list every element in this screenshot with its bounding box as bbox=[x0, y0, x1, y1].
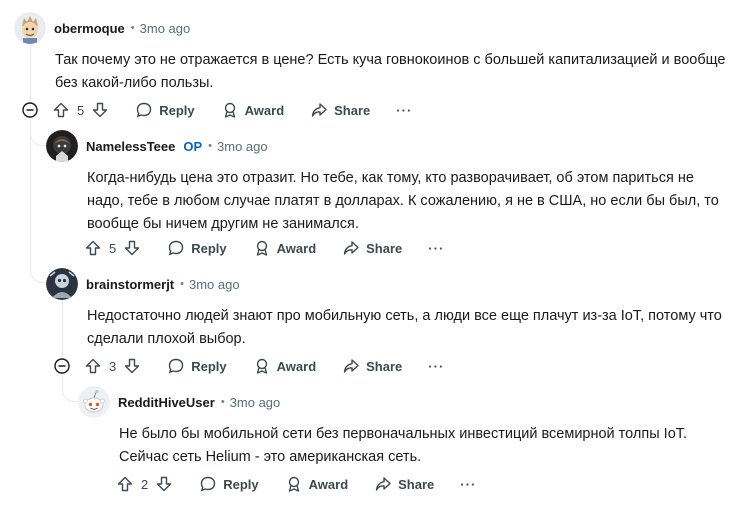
avatar[interactable] bbox=[78, 386, 110, 418]
share-label: Share bbox=[366, 240, 403, 256]
share-button[interactable]: Share bbox=[342, 357, 402, 375]
comment-author[interactable]: RedditHiveUser bbox=[118, 395, 215, 410]
comment-body: Так почему это не отражается в цене? Ест… bbox=[55, 52, 726, 91]
comment-action-bar: 5 Reply Award Share ··· bbox=[52, 97, 412, 123]
share-label: Share bbox=[334, 102, 371, 118]
reply-button[interactable]: Reply bbox=[167, 239, 227, 257]
more-options-button[interactable]: ··· bbox=[428, 359, 444, 374]
thread-elbow-reddithiveuser bbox=[62, 374, 78, 402]
downvote-icon bbox=[125, 358, 140, 374]
thread-elbow-namelessteee bbox=[30, 118, 46, 146]
award-icon bbox=[224, 102, 235, 118]
thread-line-root bbox=[30, 44, 31, 100]
comment-body: Не было бы мобильной сети без первоначал… bbox=[119, 426, 688, 465]
comment-header: NamelessTeee OP • 3mo ago bbox=[46, 129, 268, 163]
upvote-button[interactable] bbox=[84, 357, 102, 375]
op-badge: OP bbox=[183, 138, 203, 154]
award-button[interactable]: Award bbox=[253, 239, 317, 257]
award-button[interactable]: Award bbox=[221, 101, 285, 119]
downvote-button[interactable] bbox=[91, 101, 109, 119]
comment-timestamp[interactable]: 3mo ago bbox=[230, 395, 281, 410]
award-button[interactable]: Award bbox=[285, 475, 349, 493]
reply-bubble-icon bbox=[136, 102, 152, 118]
comment-author[interactable]: brainstormerjt bbox=[86, 277, 174, 292]
upvote-icon bbox=[85, 358, 101, 374]
downvote-button[interactable] bbox=[155, 475, 173, 493]
collapse-minus-icon bbox=[22, 102, 38, 118]
share-button[interactable]: Share bbox=[310, 101, 370, 119]
thread-line-brainstormerjt bbox=[62, 300, 63, 356]
vote-score: 2 bbox=[141, 476, 149, 492]
comment-header: RedditHiveUser • 3mo ago bbox=[78, 385, 280, 419]
avatar[interactable] bbox=[14, 12, 46, 44]
separator-dot: • bbox=[220, 396, 225, 408]
collapse-minus-icon bbox=[54, 358, 70, 374]
upvote-icon bbox=[117, 476, 133, 492]
award-label: Award bbox=[276, 240, 317, 256]
upvote-icon bbox=[53, 102, 69, 118]
reply-button[interactable]: Reply bbox=[135, 101, 195, 119]
avatar[interactable] bbox=[46, 130, 78, 162]
separator-dot: • bbox=[130, 22, 135, 34]
comment-action-bar: 3 Reply Award Share ··· bbox=[84, 353, 444, 379]
comment-timestamp[interactable]: 3mo ago bbox=[217, 139, 268, 154]
comment-timestamp[interactable]: 3mo ago bbox=[140, 21, 191, 36]
more-options-button[interactable]: ··· bbox=[396, 103, 412, 118]
comment-header: brainstormerjt • 3mo ago bbox=[46, 267, 240, 301]
avatar[interactable] bbox=[46, 268, 78, 300]
share-label: Share bbox=[366, 358, 403, 374]
more-options-button[interactable]: ··· bbox=[460, 477, 476, 492]
comment-body: Недостаточно людей знают про мобильную с… bbox=[87, 308, 722, 347]
downvote-button[interactable] bbox=[123, 239, 141, 257]
downvote-icon bbox=[157, 476, 172, 492]
comment-header: obermoque • 3mo ago bbox=[14, 11, 190, 45]
upvote-button[interactable] bbox=[116, 475, 134, 493]
upvote-button[interactable] bbox=[84, 239, 102, 257]
comment-timestamp[interactable]: 3mo ago bbox=[189, 277, 240, 292]
share-arrow-icon bbox=[343, 359, 359, 373]
award-label: Award bbox=[244, 102, 285, 118]
share-arrow-icon bbox=[343, 241, 359, 255]
thread-line-root-children bbox=[30, 118, 31, 270]
upvote-icon bbox=[85, 240, 101, 256]
downvote-icon bbox=[125, 240, 140, 256]
reply-bubble-icon bbox=[168, 240, 184, 256]
upvote-button[interactable] bbox=[52, 101, 70, 119]
downvote-button[interactable] bbox=[123, 357, 141, 375]
comment-author[interactable]: NamelessTeee bbox=[86, 139, 175, 154]
reply-label: Reply bbox=[223, 476, 259, 492]
reply-bubble-icon bbox=[168, 358, 184, 374]
award-icon bbox=[256, 358, 267, 374]
more-options-button[interactable]: ··· bbox=[428, 241, 444, 256]
comment-action-bar: 5 Reply Award Share ··· bbox=[84, 235, 444, 261]
award-icon bbox=[288, 476, 299, 492]
vote-score: 5 bbox=[109, 240, 117, 256]
reply-label: Reply bbox=[159, 102, 195, 118]
share-arrow-icon bbox=[375, 477, 391, 491]
reply-label: Reply bbox=[191, 240, 227, 256]
vote-score: 3 bbox=[109, 358, 117, 374]
share-arrow-icon bbox=[311, 103, 327, 117]
reply-label: Reply bbox=[191, 358, 227, 374]
comment-author[interactable]: obermoque bbox=[54, 21, 125, 36]
reply-bubble-icon bbox=[200, 476, 216, 492]
share-label: Share bbox=[398, 476, 435, 492]
collapse-thread-button[interactable] bbox=[22, 102, 38, 118]
separator-dot: • bbox=[208, 140, 213, 152]
vote-score: 5 bbox=[77, 102, 85, 118]
thread-elbow-brainstormerjt bbox=[30, 255, 46, 283]
collapse-thread-button[interactable] bbox=[54, 358, 70, 374]
share-button[interactable]: Share bbox=[374, 475, 434, 493]
award-icon bbox=[256, 240, 267, 256]
award-label: Award bbox=[308, 476, 349, 492]
reply-button[interactable]: Reply bbox=[199, 475, 259, 493]
award-button[interactable]: Award bbox=[253, 357, 317, 375]
comment-body: Когда-нибудь цена это отразит. Но тебе, … bbox=[87, 170, 719, 232]
downvote-icon bbox=[93, 102, 108, 118]
separator-dot: • bbox=[180, 278, 184, 290]
comment-action-bar: 2 Reply Award Share ··· bbox=[116, 471, 476, 497]
award-label: Award bbox=[276, 358, 317, 374]
share-button[interactable]: Share bbox=[342, 239, 402, 257]
reply-button[interactable]: Reply bbox=[167, 357, 227, 375]
